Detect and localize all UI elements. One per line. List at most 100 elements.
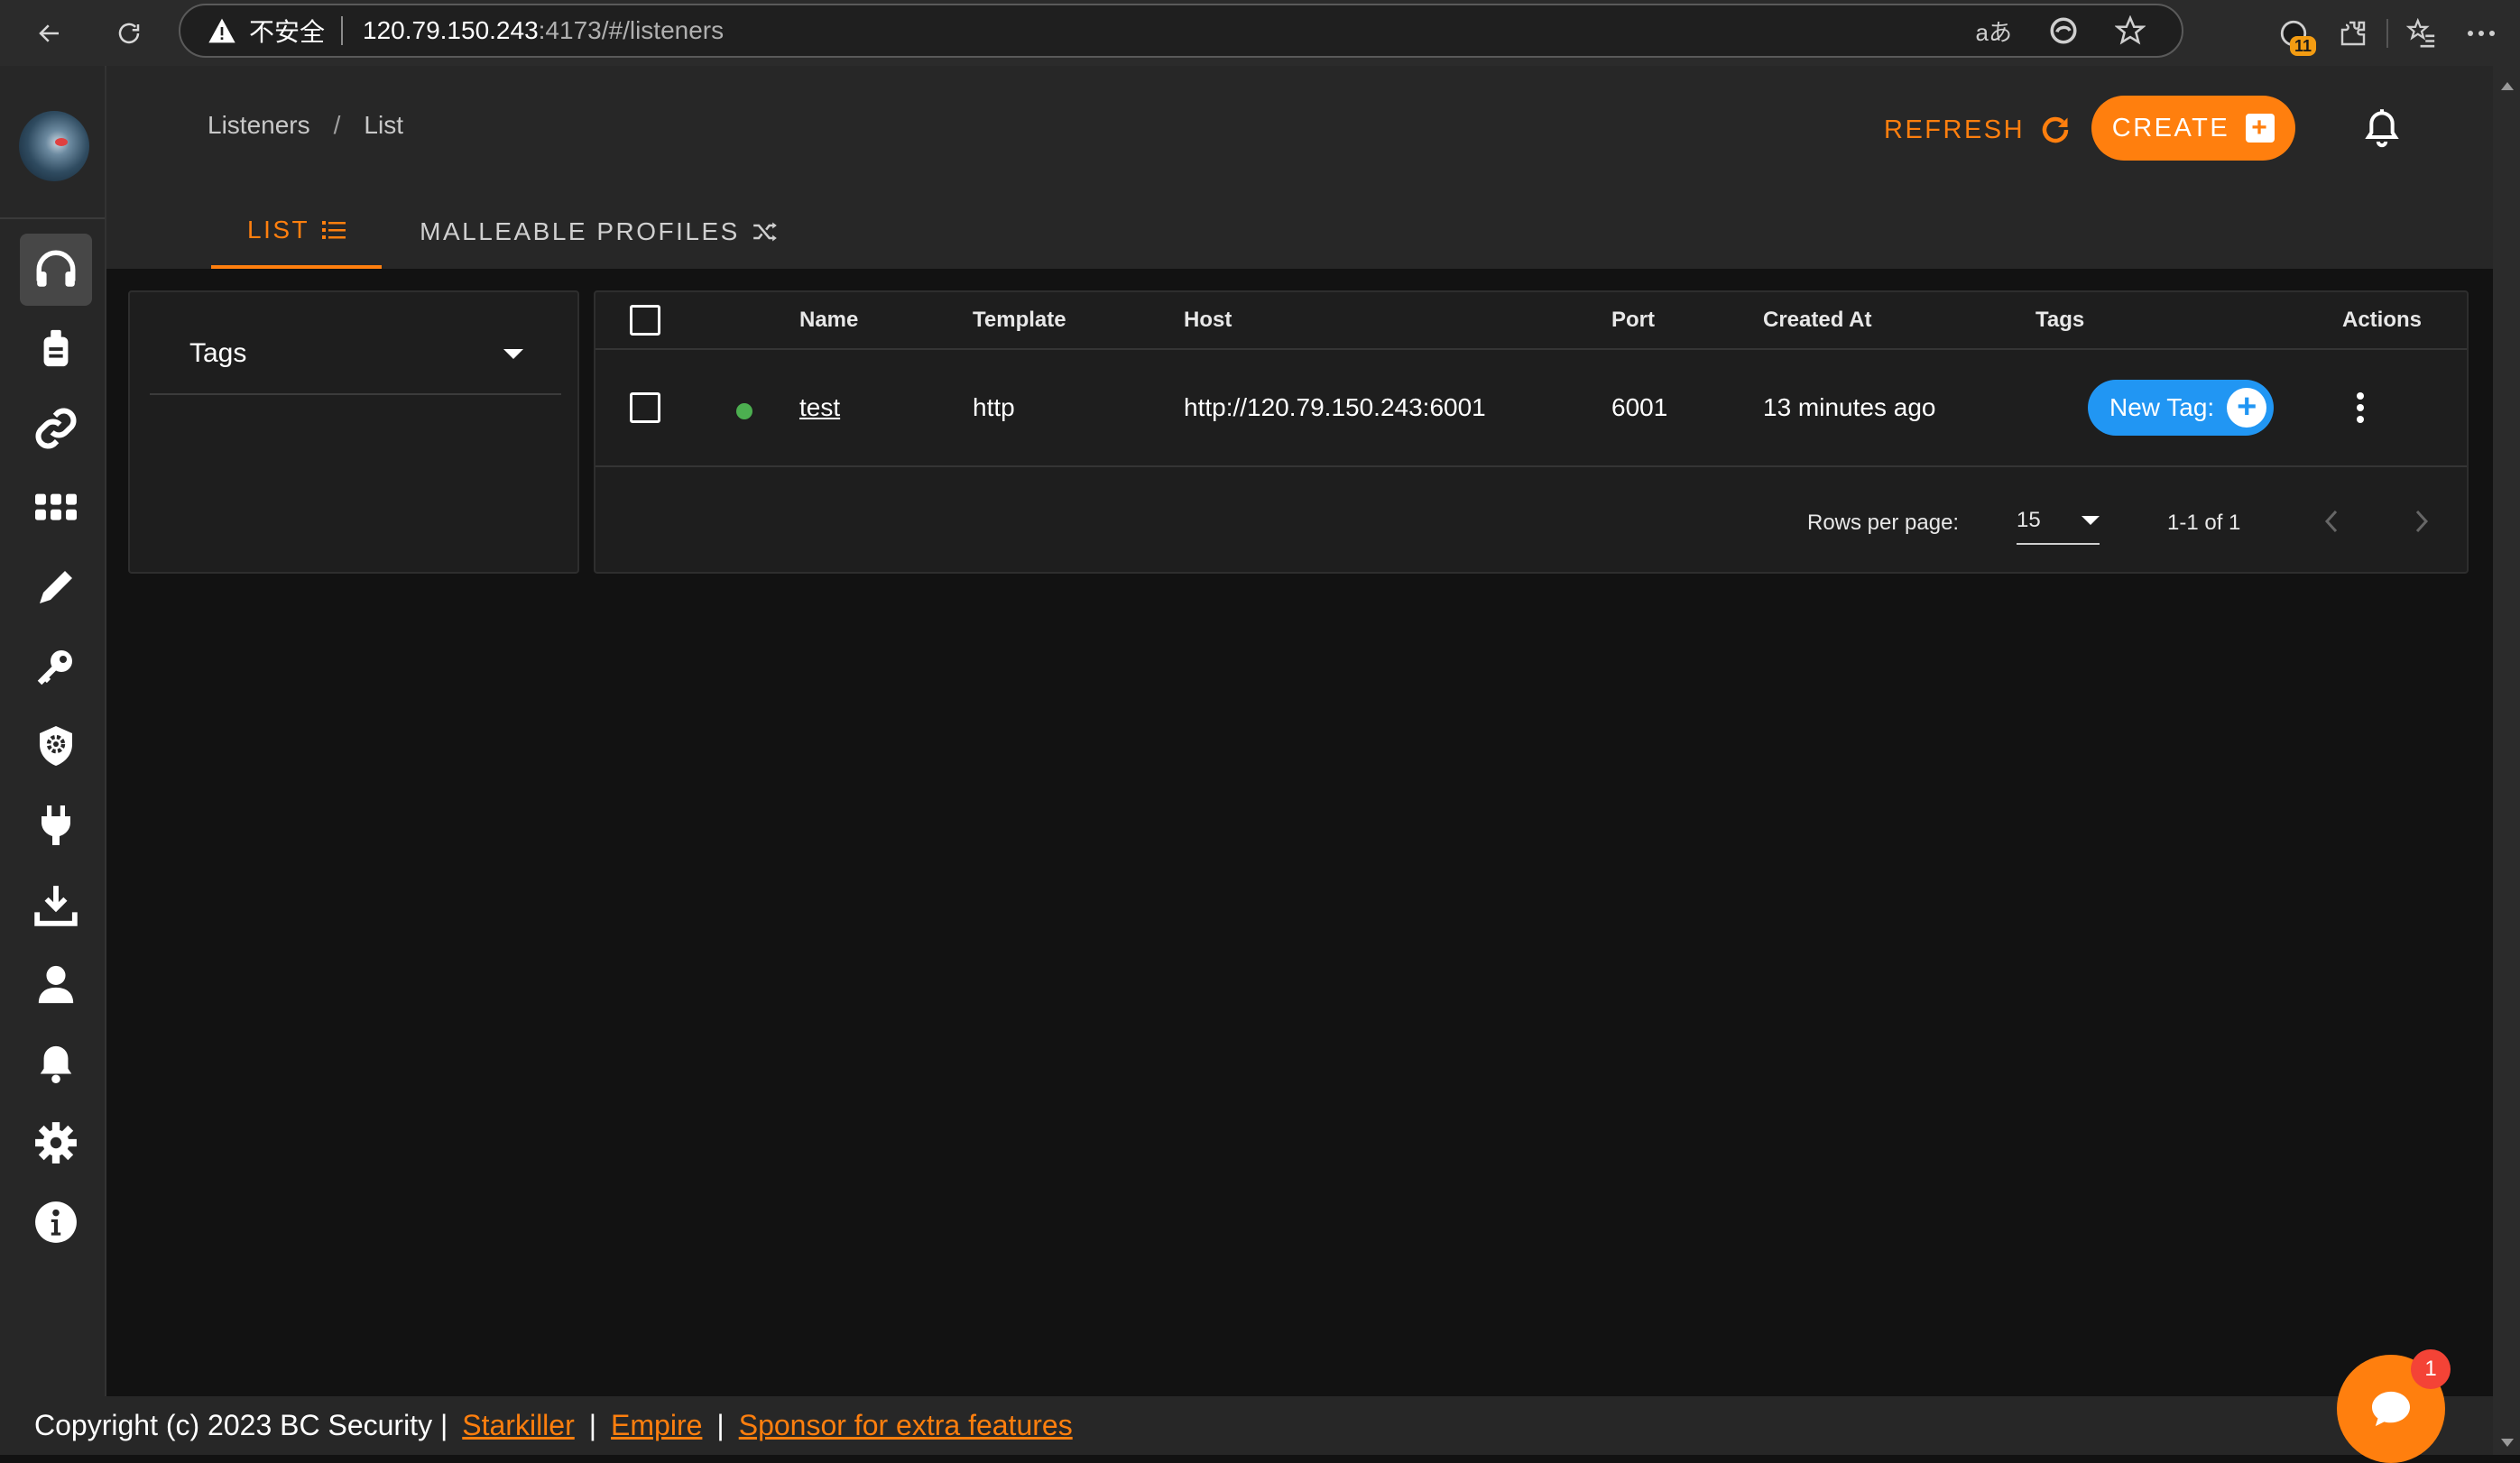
sidebar-item-agents[interactable] [20,313,92,385]
user-icon [38,965,74,1004]
back-arrow-icon [39,24,59,42]
puzzle-icon [2340,21,2366,46]
url-path[interactable]: :4173/#/listeners [539,16,724,45]
footer-separator: | [716,1409,725,1441]
pagination-range: 1-1 of 1 [2167,511,2241,535]
url-host[interactable]: 120.79.150.243 [363,16,539,45]
sidebar-item-settings[interactable] [20,1107,92,1179]
port-cell: 6001 [1611,393,1668,421]
chevron-left-icon [2324,510,2338,533]
chevron-down-icon [2082,516,2100,525]
browser-menu-button[interactable] [2451,9,2511,58]
sidebar-item-modules[interactable] [20,472,92,544]
empire-link[interactable]: Empire [611,1409,702,1442]
sidebar-item-keys[interactable] [20,630,92,703]
key-icon [37,650,72,685]
sidebar-item-downloads[interactable] [20,869,92,941]
back-button[interactable] [27,11,72,56]
create-label: CREATE [2111,113,2230,143]
tags-select[interactable]: Tags [150,314,561,395]
sidebar-item-plugins[interactable] [20,789,92,861]
chevron-right-icon [2415,510,2429,533]
tab-list[interactable]: LIST [211,195,383,269]
sponsor-link[interactable]: Sponsor for extra features [739,1409,1073,1442]
previous-page-button[interactable] [2313,503,2349,539]
sidebar-item-notifications[interactable] [20,1027,92,1100]
extensions-button[interactable] [2323,9,2383,58]
breadcrumb: Listeners / List [208,111,403,140]
sidebar-item-security[interactable] [20,710,92,782]
status-cell [736,350,752,465]
address-bar[interactable]: 不安全 120.79.150.243 :4173/#/listeners aあ [179,4,2183,58]
sidebar-item-users[interactable] [20,948,92,1020]
next-page-button[interactable] [2404,503,2440,539]
tags-filter-panel: Tags [128,290,579,574]
favorites-button[interactable] [2392,9,2451,58]
sidebar-item-about[interactable] [20,1186,92,1258]
breadcrumb-list: List [364,111,403,139]
host-cell: http://120.79.150.243:6001 [1184,393,1486,421]
tab-malleable-profiles[interactable]: MALLEABLE PROFILES [382,195,816,269]
page-scrollbar[interactable] [2493,66,2520,1455]
settings-icon [35,1122,77,1164]
agent-icon [43,329,69,367]
sidebar-item-credentials[interactable] [20,551,92,623]
reload-icon [118,23,140,44]
refresh-button[interactable]: REFRESH [1884,100,2072,160]
column-header-created-at[interactable]: Created At [1763,292,1871,348]
row-select-cell [630,350,660,465]
warning-icon[interactable] [208,17,236,44]
rows-per-page-select[interactable]: 15 [2017,498,2100,545]
rows-per-page-label: Rows per page: [1807,511,1960,535]
sidebar-item-listeners[interactable] [20,234,92,306]
tab-bar: LIST MALLEABLE PROFILES [211,195,816,269]
table-pagination: Rows per page: 15 1-1 of 1 [595,469,2467,574]
plus-box-icon: + [2246,114,2275,143]
more-vertical-icon[interactable] [2357,392,2364,423]
notifications-button[interactable] [2359,106,2405,151]
copyright-text: Copyright (c) 2023 BC Security | [34,1409,448,1441]
created-at-cell: 13 minutes ago [1763,393,1936,421]
table-row[interactable]: test http http://120.79.150.243:6001 600… [595,350,2467,467]
edge-refresh-icon[interactable] [2048,15,2079,46]
extension-button[interactable]: 11 [2264,9,2323,58]
bell-icon [40,1045,72,1084]
select-all-checkbox[interactable] [630,305,660,336]
bell-outline-icon [2365,109,2399,148]
row-checkbox[interactable] [630,392,660,423]
breadcrumb-listeners[interactable]: Listeners [208,111,310,140]
starkiller-link[interactable]: Starkiller [462,1409,574,1442]
favorite-star-icon[interactable] [2115,15,2146,46]
column-header-host[interactable]: Host [1184,292,1232,348]
scroll-up-icon[interactable] [2501,82,2514,90]
footer-separator: | [588,1409,597,1441]
column-header-name[interactable]: Name [799,292,858,348]
headphones-icon [36,250,76,287]
sidebar [0,66,106,1455]
listener-name-link[interactable]: test [799,393,840,422]
template-cell: http [973,393,1015,421]
browser-toolbar: 不安全 120.79.150.243 :4173/#/listeners aあ … [0,0,2520,66]
tags-cell: New Tag: + [2088,350,2275,465]
create-button[interactable]: CREATE + [2091,96,2295,161]
scroll-down-icon[interactable] [2501,1439,2514,1447]
app-logo-avatar[interactable] [19,111,89,181]
sidebar-divider [0,217,105,219]
favorites-list-icon [2406,18,2435,48]
toolbar-divider [2386,19,2388,48]
translate-icon[interactable]: aあ [1976,14,2012,48]
rows-per-page-value: 15 [2017,508,2041,532]
chat-bubble-icon [2372,1391,2410,1427]
tags-select-label: Tags [189,338,247,368]
tab-list-label: LIST [247,216,310,244]
insecure-label[interactable]: 不安全 [249,13,325,49]
table-header: Name Template Host Port Created At Tags … [595,292,2467,350]
listeners-table: Name Template Host Port Created At Tags … [594,290,2469,574]
more-horizontal-icon [2468,31,2495,36]
sidebar-item-stagers[interactable] [20,392,92,465]
column-header-template[interactable]: Template [973,292,1066,348]
refresh-label: REFRESH [1884,115,2026,144]
reload-button[interactable] [106,11,152,56]
new-tag-button[interactable]: New Tag: + [2088,380,2275,436]
column-header-port[interactable]: Port [1611,292,1655,348]
